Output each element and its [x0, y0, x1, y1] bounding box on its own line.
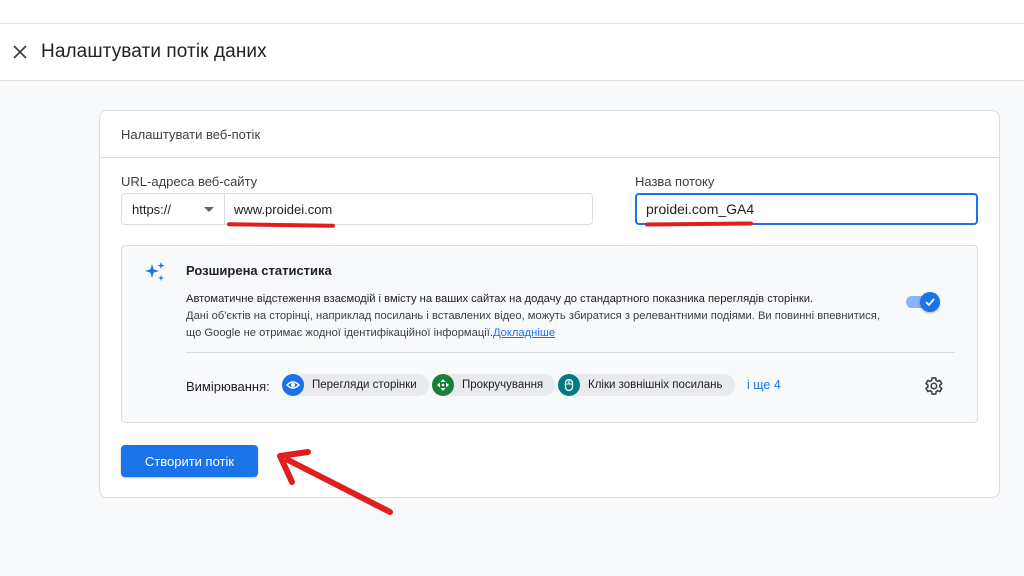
- chip-label: Перегляди сторінки: [312, 379, 417, 391]
- mouse-icon: [558, 374, 580, 396]
- annotation-arrow-icon: [277, 449, 393, 515]
- url-field-group: https://: [121, 193, 593, 225]
- protocol-select[interactable]: https://: [122, 194, 225, 224]
- top-strip: [0, 0, 1024, 24]
- chip-page-views[interactable]: Перегляди сторінки: [282, 374, 429, 396]
- website-url-input[interactable]: [225, 194, 592, 224]
- create-stream-button[interactable]: Створити потік: [121, 445, 258, 477]
- page-title: Налаштувати потік даних: [41, 41, 267, 62]
- enhanced-measurement-toggle[interactable]: [906, 292, 940, 312]
- eye-icon: [282, 374, 304, 396]
- web-stream-card: Налаштувати веб-потік URL-адреса веб-сай…: [99, 110, 1000, 498]
- chip-scrolls[interactable]: Прокручування: [432, 374, 556, 396]
- chip-label: Прокручування: [462, 379, 544, 391]
- chip-label: Кліки зовнішніх посилань: [588, 379, 723, 391]
- annotation-underline-url: [226, 222, 336, 228]
- sparkle-icon: [145, 262, 165, 281]
- stream-name-label: Назва потоку: [635, 174, 715, 189]
- enhanced-measurement-description: Автоматичне відстеження взаємодій і вміс…: [186, 291, 906, 342]
- url-field-label: URL-адреса веб-сайту: [121, 174, 258, 189]
- close-button[interactable]: [0, 32, 40, 72]
- chip-outbound-clicks[interactable]: Кліки зовнішніх посилань: [558, 374, 735, 396]
- annotation-underline-name: [644, 221, 754, 227]
- dropdown-caret-icon: [204, 206, 214, 212]
- card-heading: Налаштувати веб-потік: [100, 111, 999, 158]
- measuring-label: Вимірювання:: [186, 379, 270, 394]
- description-line-2: Дані об'єктів на сторінці, наприклад пос…: [186, 310, 880, 322]
- description-line-3: що Google не отримає жодної ідентифікаці…: [186, 327, 493, 339]
- divider: [186, 352, 955, 353]
- close-icon: [13, 45, 27, 59]
- scroll-arrows-icon: [432, 374, 454, 396]
- protocol-value: https://: [132, 201, 172, 217]
- enhanced-measurement-title: Розширена статистика: [186, 263, 332, 278]
- enhanced-measurement-box: Розширена статистика Автоматичне відстеж…: [121, 245, 978, 423]
- checkmark-icon: [925, 298, 935, 307]
- stream-name-input[interactable]: [635, 193, 978, 225]
- description-line-1: Автоматичне відстеження взаємодій і вміс…: [186, 293, 814, 305]
- learn-more-link[interactable]: Докладніше: [493, 327, 555, 339]
- toggle-knob: [920, 292, 940, 312]
- gear-icon[interactable]: [922, 375, 944, 397]
- page-header: Налаштувати потік даних: [0, 24, 1024, 81]
- more-measurements-link[interactable]: і ще 4: [747, 378, 781, 392]
